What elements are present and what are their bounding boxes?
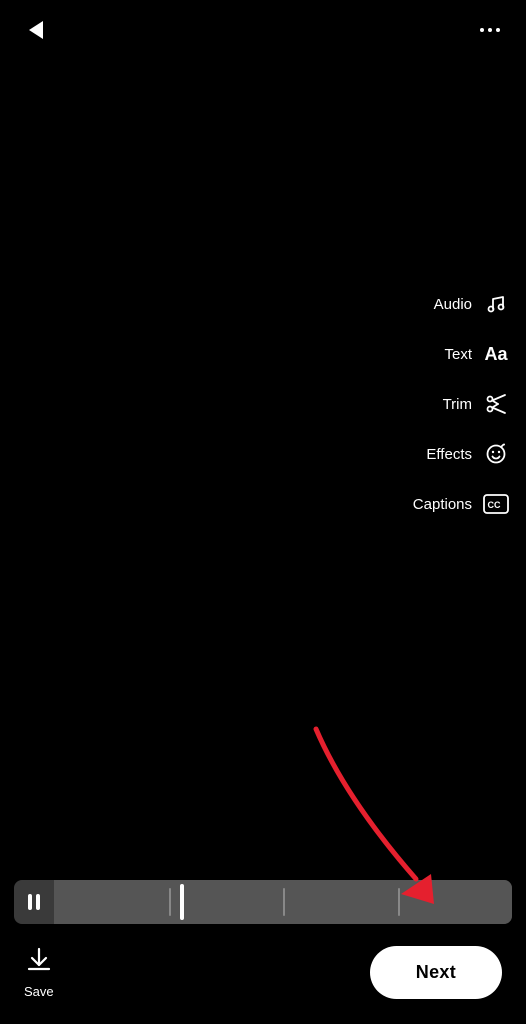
pause-bar-left — [28, 894, 32, 910]
effects-icon — [482, 440, 510, 468]
scrubber-track[interactable] — [14, 880, 512, 924]
dot-icon — [488, 28, 492, 32]
dot-icon — [496, 28, 500, 32]
effects-label: Effects — [426, 446, 472, 463]
trim-tool[interactable]: Trim — [413, 390, 510, 418]
captions-icon: CC — [482, 490, 510, 518]
text-label: Text — [444, 346, 472, 363]
save-button[interactable]: Save — [24, 945, 54, 999]
segment-line-1 — [169, 888, 171, 916]
text-tool[interactable]: Text Aa — [413, 340, 510, 368]
scrubber-area — [0, 880, 526, 924]
bottom-bar: Save Next — [0, 930, 526, 1024]
next-button[interactable]: Next — [370, 946, 502, 999]
back-button[interactable] — [18, 12, 54, 48]
right-toolbar: Audio Text Aa Trim Effects — [413, 290, 510, 518]
text-icon: Aa — [482, 340, 510, 368]
audio-label: Audio — [434, 296, 472, 313]
trim-label: Trim — [443, 396, 472, 413]
back-icon — [29, 21, 43, 39]
more-button[interactable] — [472, 12, 508, 48]
svg-text:CC: CC — [488, 500, 501, 510]
scrubber-inner[interactable] — [54, 880, 512, 924]
download-icon — [25, 945, 53, 980]
segment-line-3 — [398, 888, 400, 916]
captions-tool[interactable]: Captions CC — [413, 490, 510, 518]
pause-icon — [28, 894, 40, 910]
scrubber-thumb[interactable] — [180, 884, 184, 920]
audio-tool[interactable]: Audio — [413, 290, 510, 318]
save-label: Save — [24, 984, 54, 999]
captions-label: Captions — [413, 496, 472, 513]
dot-icon — [480, 28, 484, 32]
pause-bar-right — [36, 894, 40, 910]
segment-line-2 — [283, 888, 285, 916]
effects-tool[interactable]: Effects — [413, 440, 510, 468]
scissors-icon — [482, 390, 510, 418]
header — [0, 0, 526, 60]
music-note-icon — [482, 290, 510, 318]
pause-button[interactable] — [14, 880, 54, 924]
